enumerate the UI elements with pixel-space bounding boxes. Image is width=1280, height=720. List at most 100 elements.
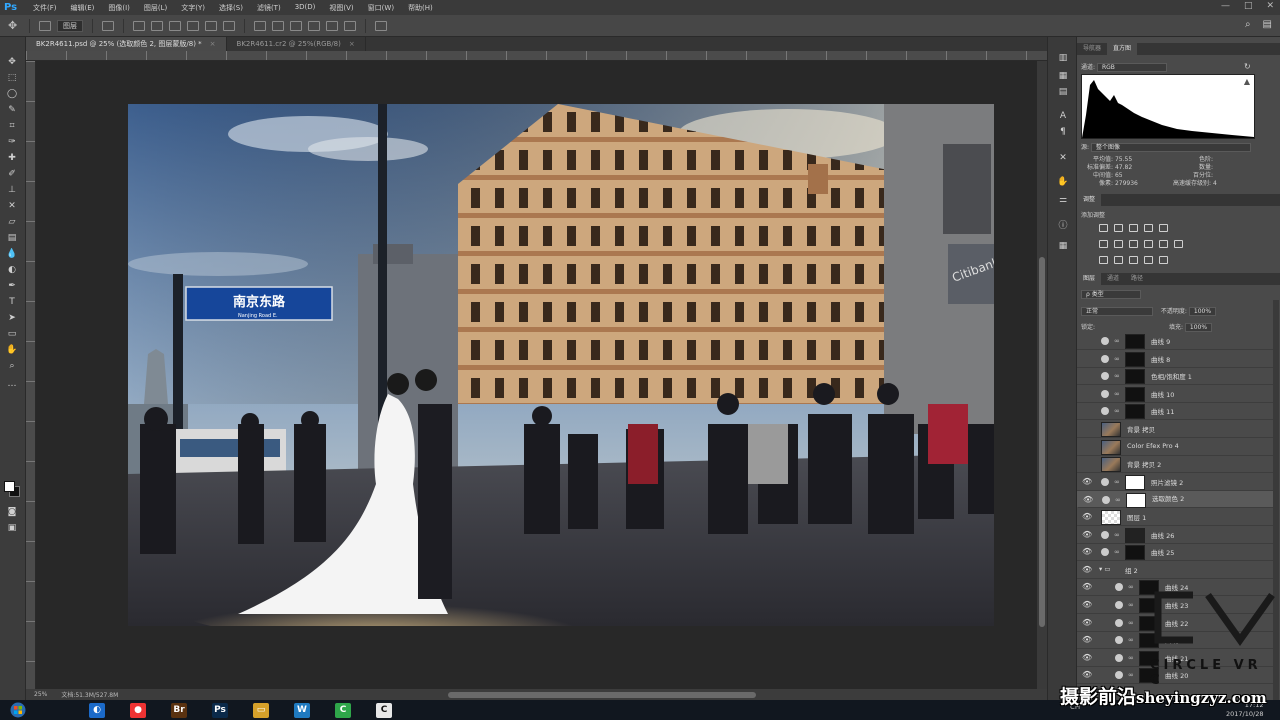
layer-thumbnail[interactable] bbox=[1125, 386, 1145, 402]
scroll-thumb[interactable] bbox=[1039, 257, 1045, 627]
lasso-tool-icon[interactable]: ◯ bbox=[6, 89, 18, 99]
layer-thumbnail[interactable] bbox=[1125, 474, 1145, 490]
distribute-top-icon[interactable] bbox=[254, 20, 266, 31]
layer-row[interactable]: 👁 ∞ 选取颜色 2 bbox=[1077, 491, 1275, 509]
invert-icon[interactable] bbox=[1099, 256, 1108, 264]
more-tools-icon[interactable]: … bbox=[6, 379, 18, 389]
layer-comps-icon[interactable]: ▦ bbox=[1057, 241, 1069, 251]
layer-thumbnail[interactable] bbox=[1125, 334, 1145, 349]
visibility-eye-icon[interactable]: 👁 bbox=[1082, 583, 1092, 591]
refresh-icon[interactable]: ↻ bbox=[1244, 62, 1251, 71]
eyedropper-tool-icon[interactable]: ✑ bbox=[6, 137, 18, 147]
hand-tool-icon[interactable]: ✋ bbox=[6, 345, 18, 355]
zoom-tool-icon[interactable]: ⌕ bbox=[6, 361, 18, 371]
align-bottom-icon[interactable] bbox=[169, 20, 181, 31]
mask-link-icon[interactable]: ∞ bbox=[1114, 355, 1120, 363]
menu-item[interactable]: 图像(I) bbox=[101, 3, 137, 13]
info-panel-icon[interactable]: ⓘ bbox=[1057, 221, 1069, 231]
taskbar-app-button[interactable]: Br bbox=[162, 702, 196, 719]
search-icon[interactable]: ⌕ bbox=[1245, 19, 1251, 30]
layer-row[interactable]: 👁 ∞ 曲线 22 bbox=[1077, 614, 1275, 632]
layer-row[interactable]: ∞ 曲线 11 bbox=[1077, 403, 1275, 421]
layer-row[interactable]: 👁 ▾ ▭ 组 2 bbox=[1077, 561, 1275, 579]
curves-icon[interactable] bbox=[1129, 224, 1138, 232]
mask-link-icon[interactable]: ∞ bbox=[1114, 372, 1120, 380]
visibility-eye-icon[interactable]: 👁 bbox=[1083, 496, 1093, 504]
move-tool-icon[interactable]: ✥ bbox=[8, 20, 20, 31]
auto-align-icon[interactable] bbox=[375, 20, 387, 31]
mask-link-icon[interactable]: ∞ bbox=[1114, 337, 1120, 345]
black-white-icon[interactable] bbox=[1129, 240, 1138, 248]
layer-row[interactable]: 👁 ∞ 曲线 26 bbox=[1077, 526, 1275, 544]
visibility-eye-icon[interactable] bbox=[1082, 425, 1090, 433]
tools-panel-icon[interactable]: ✕ bbox=[1057, 153, 1069, 163]
menu-item[interactable]: 帮助(H) bbox=[401, 3, 440, 13]
maximize-button[interactable]: □ bbox=[1244, 1, 1253, 11]
blur-tool-icon[interactable]: 💧 bbox=[6, 249, 18, 259]
tab-paths[interactable]: 路径 bbox=[1125, 273, 1149, 285]
eraser-tool-icon[interactable]: ▱ bbox=[6, 217, 18, 227]
minimize-button[interactable]: — bbox=[1221, 1, 1230, 11]
visibility-eye-icon[interactable]: 👁 bbox=[1082, 671, 1092, 679]
blend-mode-select[interactable]: 正常 bbox=[1081, 307, 1153, 316]
distribute-right-icon[interactable] bbox=[344, 20, 356, 31]
mask-link-icon[interactable]: ∞ bbox=[1128, 601, 1134, 609]
align-top-icon[interactable] bbox=[133, 20, 145, 31]
taskbar-app-button[interactable]: ▭ bbox=[244, 702, 278, 719]
layer-row[interactable]: ∞ 曲线 9 bbox=[1077, 333, 1275, 350]
tab-bk2r4611-cr2[interactable]: BK2R4611.cr2 @ 25%(RGB/8) × bbox=[227, 37, 366, 51]
quick-mask-icon[interactable]: ◙ bbox=[6, 507, 18, 517]
layer-row[interactable]: 背景 拷贝 2 bbox=[1077, 456, 1275, 474]
type-tool-icon[interactable]: T bbox=[6, 297, 18, 307]
color-lookup-icon[interactable] bbox=[1174, 240, 1183, 248]
mask-link-icon[interactable]: ∞ bbox=[1114, 407, 1120, 415]
layer-thumbnail[interactable] bbox=[1126, 493, 1146, 509]
menu-item[interactable]: 编辑(E) bbox=[64, 3, 102, 13]
align-vcenter-icon[interactable] bbox=[151, 20, 163, 31]
layer-select-dropdown[interactable]: 图层 bbox=[57, 19, 83, 32]
clone-stamp-tool-icon[interactable]: ⊥ bbox=[6, 185, 18, 195]
levels-icon[interactable] bbox=[1114, 224, 1123, 232]
opacity-input[interactable]: 100% bbox=[1188, 307, 1217, 316]
fill-input[interactable]: 100% bbox=[1184, 323, 1213, 332]
mask-link-icon[interactable]: ∞ bbox=[1128, 654, 1134, 662]
layer-row[interactable]: ∞ 曲线 8 bbox=[1077, 350, 1275, 368]
pen-tool-icon[interactable]: ✒ bbox=[6, 281, 18, 291]
mask-link-icon[interactable]: ∞ bbox=[1114, 390, 1120, 398]
layer-thumbnail[interactable] bbox=[1125, 545, 1145, 561]
layer-thumbnail[interactable] bbox=[1139, 633, 1159, 649]
properties-panel-icon[interactable]: ▦ bbox=[1057, 71, 1069, 81]
layer-row[interactable]: 👁 ∞ 照片滤镜 2 bbox=[1077, 473, 1275, 491]
tab-navigator[interactable]: 导航器 bbox=[1077, 43, 1107, 55]
layer-row[interactable]: 👁 图层 1 bbox=[1077, 509, 1275, 526]
visibility-eye-icon[interactable]: 👁 bbox=[1082, 601, 1092, 609]
tab-channels[interactable]: 通道 bbox=[1101, 273, 1125, 285]
menu-item[interactable]: 窗口(W) bbox=[361, 3, 401, 13]
distribute-hcenter-icon[interactable] bbox=[326, 20, 338, 31]
menu-item[interactable]: 文件(F) bbox=[26, 3, 64, 13]
visibility-eye-icon[interactable]: 👁 bbox=[1082, 618, 1092, 627]
visibility-eye-icon[interactable] bbox=[1082, 337, 1090, 345]
channel-select[interactable]: RGB bbox=[1096, 63, 1167, 72]
layer-row[interactable]: 👁 ∞ 曲线 23 bbox=[1077, 597, 1275, 614]
align-hcenter-icon[interactable] bbox=[205, 20, 217, 31]
menu-item[interactable]: 3D(D) bbox=[288, 3, 323, 13]
layer-thumbnail[interactable] bbox=[1101, 510, 1121, 525]
group-folder-icon[interactable]: ▾ ▭ bbox=[1099, 565, 1110, 573]
paragraph-panel-icon[interactable]: ¶ bbox=[1057, 127, 1069, 137]
menu-item[interactable]: 视图(V) bbox=[322, 3, 360, 13]
screen-mode-icon[interactable]: ▣ bbox=[6, 523, 18, 533]
menu-item[interactable]: 选择(S) bbox=[212, 3, 250, 13]
tab-bk2r4611-psd[interactable]: BK2R4611.psd @ 25% (选取颜色 2, 图层蒙版/8) * × bbox=[26, 37, 227, 51]
visibility-eye-icon[interactable]: 👁 bbox=[1082, 513, 1092, 521]
move-tool-icon[interactable]: ✥ bbox=[6, 57, 18, 67]
distribute-vcenter-icon[interactable] bbox=[272, 20, 284, 31]
menu-item[interactable]: 滤镜(T) bbox=[250, 3, 288, 13]
layer-row[interactable]: 👁 ∞ 曲线 25 bbox=[1077, 544, 1275, 562]
layer-row[interactable]: ∞ 色相/饱和度 1 bbox=[1077, 368, 1275, 386]
layer-row[interactable]: 👁 ∞ 曲线 20 bbox=[1077, 632, 1275, 650]
taskbar-app-button[interactable]: W bbox=[285, 702, 319, 719]
mask-link-icon[interactable]: ∞ bbox=[1128, 619, 1134, 627]
tab-layers[interactable]: 图层 bbox=[1077, 273, 1102, 285]
visibility-eye-icon[interactable] bbox=[1082, 390, 1090, 398]
